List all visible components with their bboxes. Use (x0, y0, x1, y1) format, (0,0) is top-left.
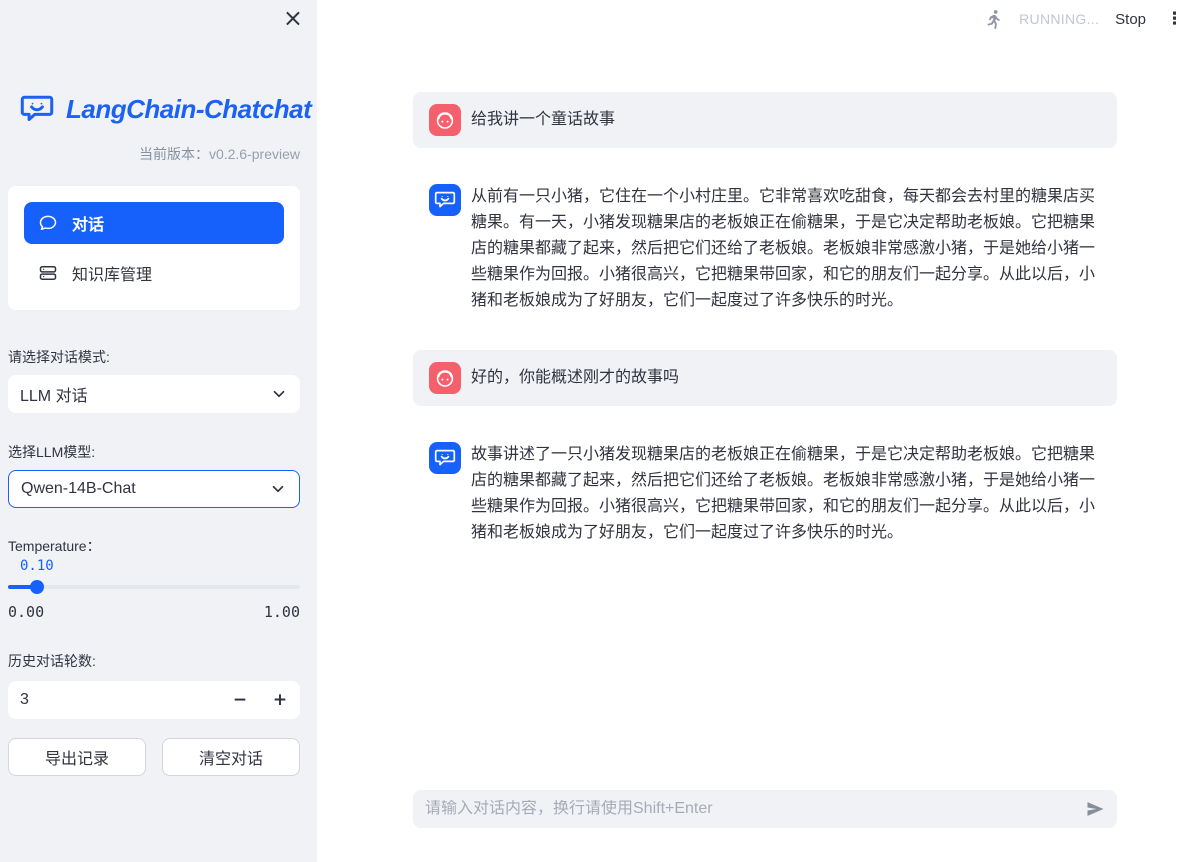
message-text: 从前有一只小猪，它住在一个小村庄里。它非常喜欢吃甜食，每天都会去村里的糖果店买糖… (471, 184, 1101, 314)
app-logo: LangChain-Chatchat (16, 90, 317, 128)
assistant-avatar (429, 184, 461, 216)
temperature-slider[interactable] (8, 580, 300, 594)
chevron-down-icon (270, 385, 288, 403)
chat-history: 给我讲一个童话故事 从前有一只小猪，它住在一个小村庄里。它非常喜欢吃甜食，每天都… (413, 92, 1117, 582)
version-value: v0.2.6-preview (209, 146, 300, 162)
close-sidebar-icon[interactable]: × (283, 4, 303, 32)
running-status-text: RUNNING... (1019, 11, 1099, 27)
decrement-button[interactable]: − (220, 681, 260, 719)
temperature-label: Temperature： (8, 536, 300, 556)
slider-thumb[interactable] (30, 580, 44, 594)
sidebar-item-dialogue[interactable]: 对话 (24, 202, 284, 244)
sidebar-actions: 导出记录 清空对话 (8, 738, 300, 776)
user-avatar (429, 104, 461, 136)
main-area: RUNNING... Stop ⋮ 给我讲一个童话故事 (317, 0, 1199, 862)
llm-model-select[interactable]: Qwen-14B-Chat (8, 470, 300, 508)
message-text: 好的，你能概述刚才的故事吗 (471, 362, 679, 394)
assistant-avatar (429, 442, 461, 474)
slider-max: 1.00 (264, 603, 300, 621)
chatbot-logo-icon (16, 90, 58, 128)
history-rounds-value[interactable]: 3 (20, 691, 220, 709)
sidebar-item-label: 对话 (72, 211, 104, 235)
history-rounds-label: 历史对话轮数: (8, 651, 300, 671)
sidebar-item-knowledge-base[interactable]: 知识库管理 (24, 252, 284, 294)
export-history-button[interactable]: 导出记录 (8, 738, 146, 776)
slider-track[interactable] (8, 585, 300, 589)
slider-min: 0.00 (8, 603, 44, 621)
version-label: 当前版本： (139, 146, 209, 162)
slider-range: 0.00 1.00 (8, 603, 300, 621)
send-icon[interactable] (1085, 799, 1105, 819)
running-man-icon (981, 8, 1003, 30)
chatbot-icon (433, 446, 457, 470)
message-text: 给我讲一个童话故事 (471, 104, 615, 136)
assistant-message: 从前有一只小猪，它住在一个小村庄里。它非常喜欢吃甜食，每天都会去村里的糖果店买糖… (413, 184, 1117, 314)
temperature-value: 0.10 (20, 558, 317, 574)
face-icon (433, 108, 457, 132)
stop-button[interactable]: Stop (1115, 11, 1146, 28)
dialog-mode-value: LLM 对话 (20, 382, 88, 406)
user-avatar (429, 362, 461, 394)
chat-input[interactable] (425, 800, 1085, 818)
dialog-mode-select[interactable]: LLM 对话 (8, 375, 300, 413)
sidebar-item-label: 知识库管理 (72, 261, 152, 285)
chatbot-icon (433, 188, 457, 212)
status-bar: RUNNING... Stop ⋮ (981, 6, 1187, 32)
history-rounds-stepper: 3 − + (8, 681, 300, 719)
message-text: 故事讲述了一只小猪发现糖果店的老板娘正在偷糖果，于是它决定帮助老板娘。它把糖果店… (471, 442, 1101, 546)
sidebar: × LangChain-Chatchat 当前版本：v0.2.6-preview… (0, 0, 317, 862)
llm-model-label: 选择LLM模型: (8, 442, 300, 462)
llm-model-value: Qwen-14B-Chat (21, 480, 136, 498)
chat-input-bar (413, 790, 1117, 828)
chat-bubble-icon (38, 213, 58, 233)
face-icon (433, 366, 457, 390)
main-menu-icon[interactable]: ⋮ (1162, 11, 1187, 28)
increment-button[interactable]: + (260, 681, 300, 719)
version-info: 当前版本：v0.2.6-preview (0, 144, 300, 164)
user-message: 给我讲一个童话故事 (413, 92, 1117, 148)
database-icon (38, 263, 58, 283)
assistant-message: 故事讲述了一只小猪发现糖果店的老板娘正在偷糖果，于是它决定帮助老板娘。它把糖果店… (413, 442, 1117, 546)
nav-menu: 对话 知识库管理 (8, 186, 300, 310)
dialog-mode-label: 请选择对话模式: (8, 347, 300, 367)
app-title: LangChain-Chatchat (66, 94, 311, 125)
user-message: 好的，你能概述刚才的故事吗 (413, 350, 1117, 406)
clear-dialog-button[interactable]: 清空对话 (162, 738, 300, 776)
chevron-down-icon (269, 480, 287, 498)
